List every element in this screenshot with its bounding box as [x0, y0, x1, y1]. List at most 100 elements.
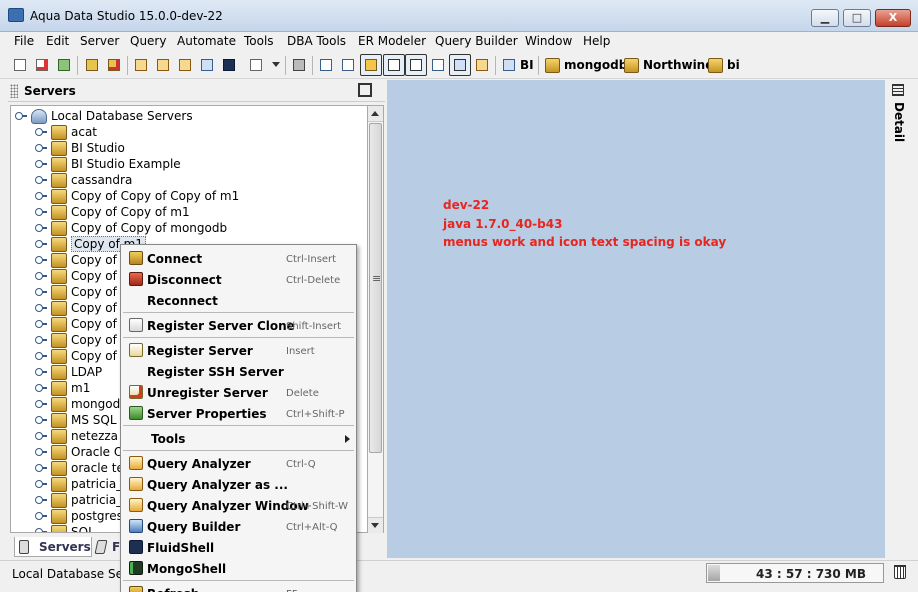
menu-item-unregister-server[interactable]: Unregister Server Delete	[121, 382, 356, 403]
menu-item-reconnect[interactable]: Reconnect	[121, 290, 356, 311]
expand-toggle-icon[interactable]	[35, 143, 47, 153]
tree-root[interactable]: Local Database Servers	[11, 108, 367, 124]
open-icon[interactable]	[248, 57, 264, 73]
expand-toggle-icon[interactable]	[35, 335, 47, 345]
expand-toggle-icon[interactable]	[35, 239, 47, 249]
expand-toggle-icon[interactable]	[35, 271, 47, 281]
connection-northwind[interactable]: Northwind	[643, 58, 714, 72]
expand-toggle-icon[interactable]	[35, 367, 47, 377]
connection-bi[interactable]: bi	[727, 58, 740, 72]
tree-item[interactable]: acat	[11, 124, 367, 140]
menu-item-disconnect[interactable]: Disconnect Ctrl-Delete	[121, 269, 356, 290]
layout-toggle-icon[interactable]	[360, 54, 382, 76]
menu-er-modeler[interactable]: ER Modeler	[358, 34, 426, 48]
expand-toggle-icon[interactable]	[35, 303, 47, 313]
expand-toggle-icon[interactable]	[35, 191, 47, 201]
menu-server[interactable]: Server	[80, 34, 119, 48]
expand-toggle-icon[interactable]	[35, 415, 47, 425]
minimize-button[interactable]: ▁	[811, 9, 839, 27]
expand-toggle-icon[interactable]	[35, 495, 47, 505]
tree-item[interactable]: BI Studio Example	[11, 156, 367, 172]
expand-toggle-icon[interactable]	[35, 207, 47, 217]
schema-icon[interactable]	[291, 57, 307, 73]
expand-toggle-icon[interactable]	[35, 223, 47, 233]
expand-toggle-icon[interactable]	[35, 431, 47, 441]
expand-toggle-icon[interactable]	[35, 463, 47, 473]
layout-split-icon[interactable]	[449, 54, 471, 76]
expand-toggle-icon[interactable]	[15, 111, 27, 121]
menu-item-query-builder[interactable]: Query Builder Ctrl+Alt-Q	[121, 516, 356, 537]
vertical-scrollbar[interactable]	[368, 105, 384, 533]
expand-toggle-icon[interactable]	[35, 127, 47, 137]
menu-query[interactable]: Query	[130, 34, 166, 48]
query-window-icon[interactable]	[177, 57, 193, 73]
expand-toggle-icon[interactable]	[35, 255, 47, 265]
menu-item-register-server[interactable]: Register Server Insert	[121, 340, 356, 361]
detail-icon[interactable]	[892, 84, 904, 96]
bi-label[interactable]: BI	[520, 58, 534, 72]
layout-form-icon[interactable]	[405, 54, 427, 76]
delete-icon[interactable]	[34, 57, 50, 73]
query-builder-icon[interactable]	[199, 57, 215, 73]
trash-icon[interactable]	[894, 565, 906, 579]
connect-icon[interactable]	[84, 57, 100, 73]
scroll-thumb[interactable]	[369, 123, 382, 453]
expand-toggle-icon[interactable]	[35, 319, 47, 329]
menu-automate[interactable]: Automate	[177, 34, 236, 48]
list-view-icon[interactable]	[430, 57, 446, 73]
tab-servers[interactable]: Servers	[14, 537, 92, 557]
expand-toggle-icon[interactable]	[35, 383, 47, 393]
menu-item-refresh[interactable]: RefreshF5	[121, 583, 356, 592]
menu-item-register-server-clone[interactable]: Register Server Clone Shift-Insert	[121, 315, 356, 336]
menu-item-query-analyzer-as[interactable]: Query Analyzer as ...	[121, 474, 356, 495]
expand-toggle-icon[interactable]	[35, 175, 47, 185]
menu-query-builder[interactable]: Query Builder	[435, 34, 518, 48]
expand-toggle-icon[interactable]	[35, 351, 47, 361]
expand-toggle-icon[interactable]	[35, 287, 47, 297]
menu-tools[interactable]: Tools	[244, 34, 274, 48]
menu-file[interactable]: File	[14, 34, 34, 48]
menu-edit[interactable]: Edit	[46, 34, 69, 48]
layout-grid-icon[interactable]	[383, 54, 405, 76]
detail-tab[interactable]: Detail	[892, 102, 906, 142]
menu-item-tools[interactable]: Tools	[121, 428, 356, 449]
tree-item[interactable]: Copy of Copy of mongodb	[11, 220, 367, 236]
restore-icon[interactable]	[358, 83, 372, 97]
query-analyzer-icon[interactable]	[133, 57, 149, 73]
query-analyzer-as-icon[interactable]	[155, 57, 171, 73]
shell-icon[interactable]	[221, 57, 237, 73]
expand-toggle-icon[interactable]	[35, 511, 47, 521]
scroll-up-icon[interactable]	[368, 106, 383, 122]
bi-icon[interactable]	[501, 57, 517, 73]
tree-item[interactable]: Copy of Copy of m1	[11, 204, 367, 220]
chevron-down-icon[interactable]	[272, 62, 280, 67]
menu-item-connect[interactable]: Connect Ctrl-Insert	[121, 248, 356, 269]
expand-toggle-icon[interactable]	[35, 399, 47, 409]
disconnect-icon[interactable]	[106, 57, 122, 73]
menu-item-server-properties[interactable]: Server Properties Ctrl+Shift-P	[121, 403, 356, 424]
drag-handle[interactable]	[10, 84, 18, 98]
menu-item-fluidshell[interactable]: FluidShell	[121, 537, 356, 558]
menu-item-query-analyzer[interactable]: Query Analyzer Ctrl-Q	[121, 453, 356, 474]
menu-item-register-ssh-server[interactable]: Register SSH Server	[121, 361, 356, 382]
grid-view-icon[interactable]	[318, 57, 334, 73]
tree-item[interactable]: cassandra	[11, 172, 367, 188]
expand-toggle-icon[interactable]	[35, 159, 47, 169]
menu-item-query-analyzer-window[interactable]: Query Analyzer Window Ctrl+Shift-W	[121, 495, 356, 516]
chart-icon[interactable]	[474, 57, 490, 73]
connection-mongodb[interactable]: mongodb	[564, 58, 627, 72]
close-button[interactable]: X	[875, 9, 911, 27]
maximize-button[interactable]: □	[843, 9, 871, 27]
expand-toggle-icon[interactable]	[35, 447, 47, 457]
table-view-icon[interactable]	[340, 57, 356, 73]
properties-icon[interactable]	[56, 57, 72, 73]
expand-toggle-icon[interactable]	[35, 527, 47, 532]
expand-toggle-icon[interactable]	[35, 479, 47, 489]
menu-dba-tools[interactable]: DBA Tools	[287, 34, 346, 48]
menu-help[interactable]: Help	[583, 34, 610, 48]
new-icon[interactable]	[12, 57, 28, 73]
scroll-down-icon[interactable]	[368, 517, 383, 533]
tree-item[interactable]: Copy of Copy of Copy of m1	[11, 188, 367, 204]
tree-item[interactable]: BI Studio	[11, 140, 367, 156]
menu-window[interactable]: Window	[525, 34, 572, 48]
